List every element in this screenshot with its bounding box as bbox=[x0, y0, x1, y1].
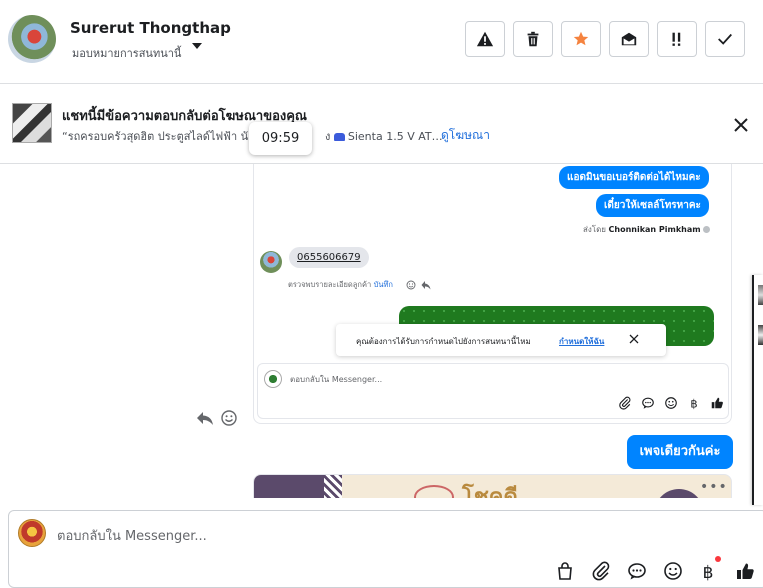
shop-button[interactable] bbox=[553, 559, 576, 582]
page-avatar bbox=[18, 519, 46, 547]
message-bubble: เดี๋ยวให้เซลล์โทรหาคะ bbox=[596, 194, 709, 217]
conversation-header: Surerut Thongthap มอบหมายการสนทนานี้ bbox=[0, 0, 763, 84]
sent-by-label: ส่งโดย Chonnikan Pimkham bbox=[583, 223, 710, 236]
emoji-icon bbox=[665, 397, 677, 409]
mini-composer-placeholder: ตอบกลับใน Messenger... bbox=[290, 375, 383, 384]
assign-notice: คุณต้องการได้รับการกำหนดไปยังการสนทนานี้… bbox=[336, 324, 666, 356]
screenshot-attachment[interactable]: แอดมินขอเบอร์ติดต่อได้ไหมคะ เดี๋ยวให้เซล… bbox=[253, 164, 732, 424]
message-bubble[interactable]: เพจเดียวกันค่ะ bbox=[627, 435, 733, 469]
help-icon bbox=[702, 226, 710, 233]
ad-reply-banner: แชทนี้มีข้อความตอบกลับต่อโฆษณาของคุณ “รถ… bbox=[0, 84, 763, 164]
emoji-icon bbox=[406, 280, 416, 290]
composer-placeholder[interactable]: ตอบกลับใน Messenger... bbox=[57, 525, 207, 546]
like-button[interactable] bbox=[733, 559, 756, 582]
side-panel[interactable] bbox=[752, 275, 763, 505]
saved-replies-button[interactable] bbox=[625, 559, 648, 582]
trash-icon bbox=[527, 31, 539, 47]
view-ad-link[interactable]: ดูโฆษณา bbox=[441, 126, 490, 145]
emoji-icon[interactable] bbox=[220, 409, 238, 427]
baht-icon: ฿ bbox=[702, 563, 713, 581]
emoji-icon bbox=[663, 561, 682, 580]
avatar[interactable] bbox=[8, 15, 56, 63]
timer-tooltip: 09:59 bbox=[249, 122, 312, 155]
customer-detail-note: ตรวจพบรายละเอียดลูกค้า บันทึก bbox=[288, 280, 393, 289]
saved-reply-icon bbox=[627, 562, 646, 579]
star-button[interactable] bbox=[561, 21, 601, 57]
ad-description-tail: ง Sienta 1.5 V AT… bbox=[325, 130, 443, 143]
star-icon bbox=[573, 31, 589, 46]
thumbnail[interactable] bbox=[758, 325, 763, 345]
bag-icon bbox=[557, 561, 572, 580]
baht-icon: ฿ bbox=[690, 396, 697, 410]
like-icon bbox=[711, 397, 723, 409]
report-spam-button[interactable] bbox=[465, 21, 505, 57]
check-icon bbox=[718, 33, 732, 45]
phone-bubble: 0655606679 bbox=[289, 247, 369, 268]
payment-button[interactable]: ฿ bbox=[697, 556, 721, 582]
image-text: โชคดี bbox=[462, 485, 518, 498]
mark-done-button[interactable] bbox=[705, 21, 745, 57]
attachment-icon bbox=[592, 561, 609, 580]
message-composer[interactable]: ตอบกลับใน Messenger... ฿ bbox=[8, 510, 763, 588]
notification-dot bbox=[715, 556, 721, 562]
reply-icon[interactable] bbox=[196, 409, 214, 427]
svg-text:฿: ฿ bbox=[690, 396, 697, 410]
ad-thumbnail[interactable] bbox=[12, 103, 52, 143]
follow-up-button[interactable] bbox=[657, 21, 697, 57]
mark-unread-button[interactable] bbox=[609, 21, 649, 57]
exclamation-icon bbox=[672, 32, 681, 46]
assign-conversation-label[interactable]: มอบหมายการสนทนานี้ bbox=[72, 44, 181, 62]
logo bbox=[414, 485, 454, 498]
ad-description: “รถครอบครัวสุดฮิต ประตูสไลด์ไฟฟ้า นั bbox=[62, 130, 249, 143]
close-icon[interactable] bbox=[732, 116, 750, 134]
avatar bbox=[260, 251, 282, 273]
reply-icon bbox=[421, 281, 431, 290]
svg-text:฿: ฿ bbox=[702, 563, 713, 581]
thumbnail[interactable] bbox=[758, 285, 763, 305]
warning-icon bbox=[476, 31, 494, 47]
assign-to-me-link: กำหนดให้ฉัน bbox=[559, 337, 605, 346]
avatar bbox=[264, 370, 282, 388]
composer-tools: ฿ bbox=[553, 556, 756, 582]
image-attachment[interactable]: โชคดี ••• bbox=[253, 474, 732, 498]
car-icon bbox=[333, 133, 345, 141]
close-icon bbox=[629, 334, 639, 344]
mini-composer: ตอบกลับใน Messenger... ฿ bbox=[257, 363, 729, 419]
attach-button[interactable] bbox=[589, 559, 612, 582]
message-bubble: แอดมินขอเบอร์ติดต่อได้ไหมคะ bbox=[559, 166, 709, 189]
delete-button[interactable] bbox=[513, 21, 553, 57]
envelope-open-icon bbox=[621, 32, 637, 46]
mini-composer-tools: ฿ bbox=[618, 396, 724, 410]
like-icon bbox=[736, 563, 754, 579]
more-options-icon[interactable]: ••• bbox=[700, 479, 728, 495]
attachment-icon bbox=[619, 396, 631, 410]
saved-reply-icon bbox=[642, 397, 654, 409]
chevron-down-icon[interactable] bbox=[192, 43, 202, 49]
emoji-button[interactable] bbox=[661, 559, 684, 582]
contact-name[interactable]: Surerut Thongthap bbox=[70, 19, 231, 37]
